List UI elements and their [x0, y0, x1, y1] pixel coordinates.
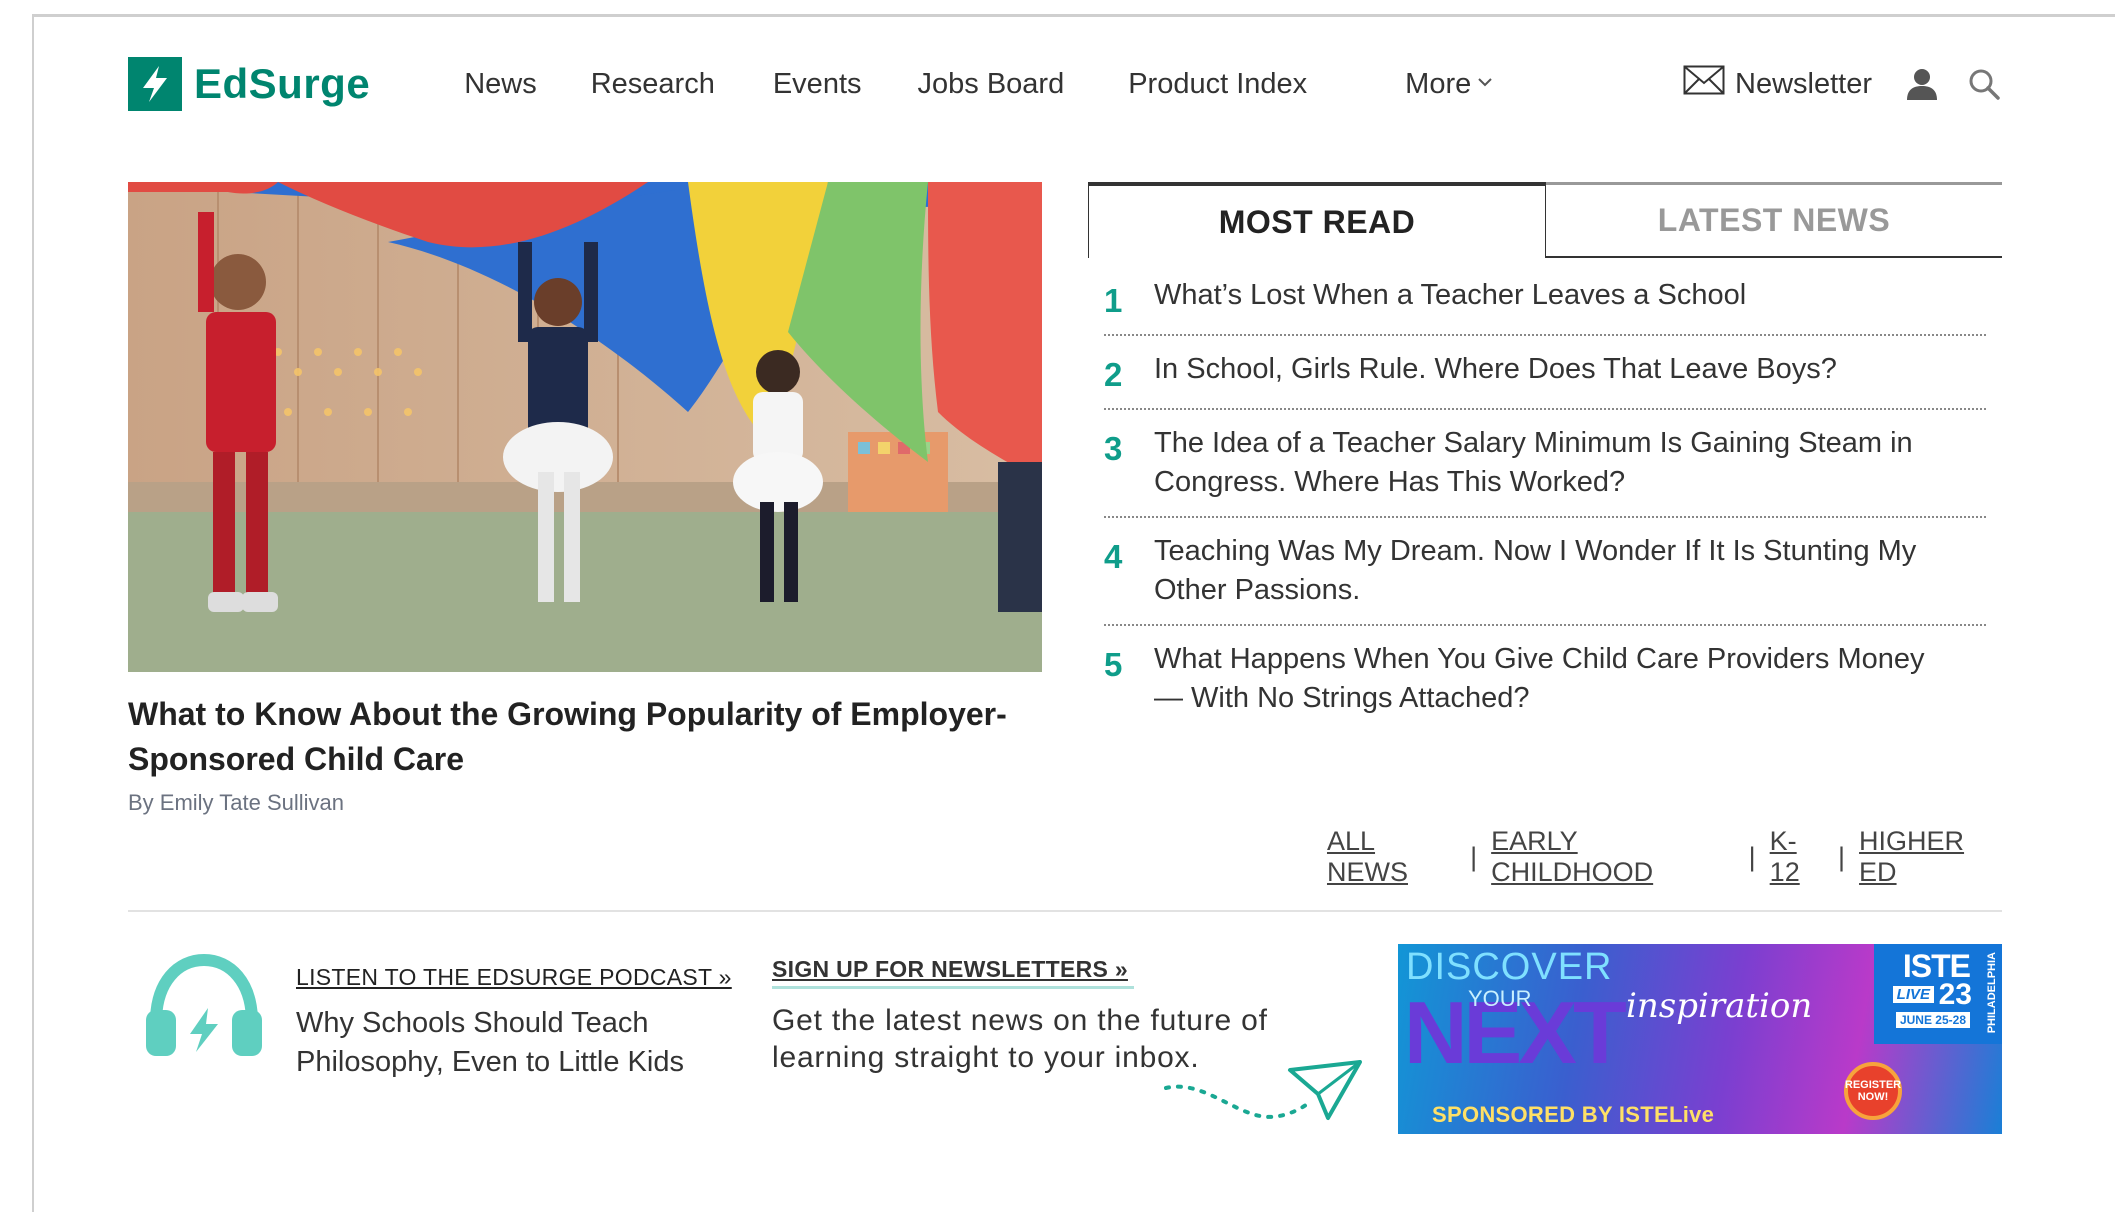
nav-news[interactable]: News: [464, 68, 537, 101]
nav-research[interactable]: Research: [591, 68, 715, 101]
search-icon[interactable]: [1964, 64, 2004, 104]
nav-events[interactable]: Events: [773, 68, 862, 101]
ad-your-text: YOUR: [1468, 986, 1532, 1011]
list-item-number: 3: [1104, 430, 1123, 467]
list-item-title[interactable]: What Happens When You Give Child Care Pr…: [1154, 640, 1986, 718]
edsurge-logo[interactable]: EdSurge: [128, 57, 370, 111]
hero-headline[interactable]: What to Know About the Growing Popularit…: [128, 692, 1028, 782]
list-item[interactable]: 1 What’s Lost When a Teacher Leaves a Sc…: [1104, 262, 1986, 336]
list-item-number: 4: [1104, 538, 1123, 575]
tab-most-read[interactable]: MOST READ: [1088, 182, 1546, 258]
list-item[interactable]: 3 The Idea of a Teacher Salary Minimum I…: [1104, 410, 1986, 518]
link-early-childhood[interactable]: EARLY CHILDHOOD: [1491, 826, 1735, 888]
ad-year: 23: [1938, 978, 1972, 1011]
logo-bolt-icon: [128, 57, 182, 111]
list-item-title[interactable]: The Idea of a Teacher Salary Minimum Is …: [1154, 424, 1986, 502]
list-item-number: 1: [1104, 282, 1123, 319]
link-k12[interactable]: K-12: [1770, 826, 1824, 888]
most-read-list: 1 What’s Lost When a Teacher Leaves a Sc…: [1104, 262, 1986, 732]
nav-product-index[interactable]: Product Index: [1128, 68, 1307, 101]
list-item-number: 2: [1104, 356, 1123, 393]
ad-register-button[interactable]: REGISTER NOW!: [1844, 1062, 1902, 1120]
header-actions: Newsletter: [1683, 64, 2004, 104]
section-divider: [128, 910, 2002, 912]
list-item[interactable]: 2 In School, Girls Rule. Where Does That…: [1104, 336, 1986, 410]
chevron-down-icon: [1477, 75, 1493, 93]
mail-icon: [1683, 65, 1725, 103]
list-item-number: 5: [1104, 646, 1123, 683]
ad-sponsored-by: SPONSORED BY ISTELive: [1432, 1102, 1715, 1127]
newsletter-label: Newsletter: [1735, 67, 1872, 100]
news-tabs: MOST READ LATEST NEWS: [1088, 182, 2002, 258]
ad-dates: JUNE 25-28: [1895, 1012, 1970, 1028]
signup-underline: [772, 986, 1134, 989]
ad-inspiration-text: inspiration: [1626, 986, 1813, 1026]
user-icon[interactable]: [1902, 64, 1942, 104]
logo-text: EdSurge: [194, 60, 371, 107]
hero-image[interactable]: [128, 182, 1042, 672]
link-all-news[interactable]: ALL NEWS: [1327, 826, 1456, 888]
category-links: ALL NEWS | EARLY CHILDHOOD | K-12 | HIGH…: [1327, 826, 2002, 888]
sponsored-ad-banner[interactable]: DISCOVER NEXT YOUR inspiration SPONSORED…: [1398, 944, 2002, 1134]
newsletter-button[interactable]: Newsletter: [1683, 65, 1872, 103]
nav-jobs-board[interactable]: Jobs Board: [918, 68, 1065, 101]
nav-more[interactable]: More: [1405, 68, 1493, 101]
tab-latest-news[interactable]: LATEST NEWS: [1546, 182, 2002, 258]
headphones-icon[interactable]: [144, 952, 264, 1062]
ad-city: PHILADELPHIA: [1986, 952, 1998, 1034]
site-header: EdSurge News Research Events Jobs Board …: [128, 52, 2004, 116]
window-left-border: [32, 14, 34, 1212]
window-top-border: [32, 14, 2115, 17]
list-item-title[interactable]: Teaching Was My Dream. Now I Wonder If I…: [1154, 532, 1986, 610]
list-item[interactable]: 5 What Happens When You Give Child Care …: [1104, 626, 1986, 732]
separator: |: [1748, 841, 1756, 872]
main-nav: News Research Events Jobs Board Product …: [464, 68, 1493, 101]
list-item-title[interactable]: What’s Lost When a Teacher Leaves a Scho…: [1154, 276, 1986, 315]
podcast-link[interactable]: LISTEN TO THE EDSURGE PODCAST »: [296, 964, 732, 991]
ad-live-label: LIVE: [1892, 986, 1934, 1003]
nav-more-label: More: [1405, 67, 1472, 100]
newsletter-signup-link[interactable]: SIGN UP FOR NEWSLETTERS »: [772, 956, 1128, 983]
hero-byline[interactable]: By Emily Tate Sullivan: [128, 790, 344, 816]
separator: |: [1470, 841, 1478, 872]
podcast-episode-title[interactable]: Why Schools Should Teach Philosophy, Eve…: [296, 1004, 716, 1082]
list-item[interactable]: 4 Teaching Was My Dream. Now I Wonder If…: [1104, 518, 1986, 626]
paper-plane-icon: [1160, 1050, 1366, 1130]
link-higher-ed[interactable]: HIGHER ED: [1859, 826, 2002, 888]
list-item-title[interactable]: In School, Girls Rule. Where Does That L…: [1154, 350, 1986, 389]
separator: |: [1838, 841, 1846, 872]
